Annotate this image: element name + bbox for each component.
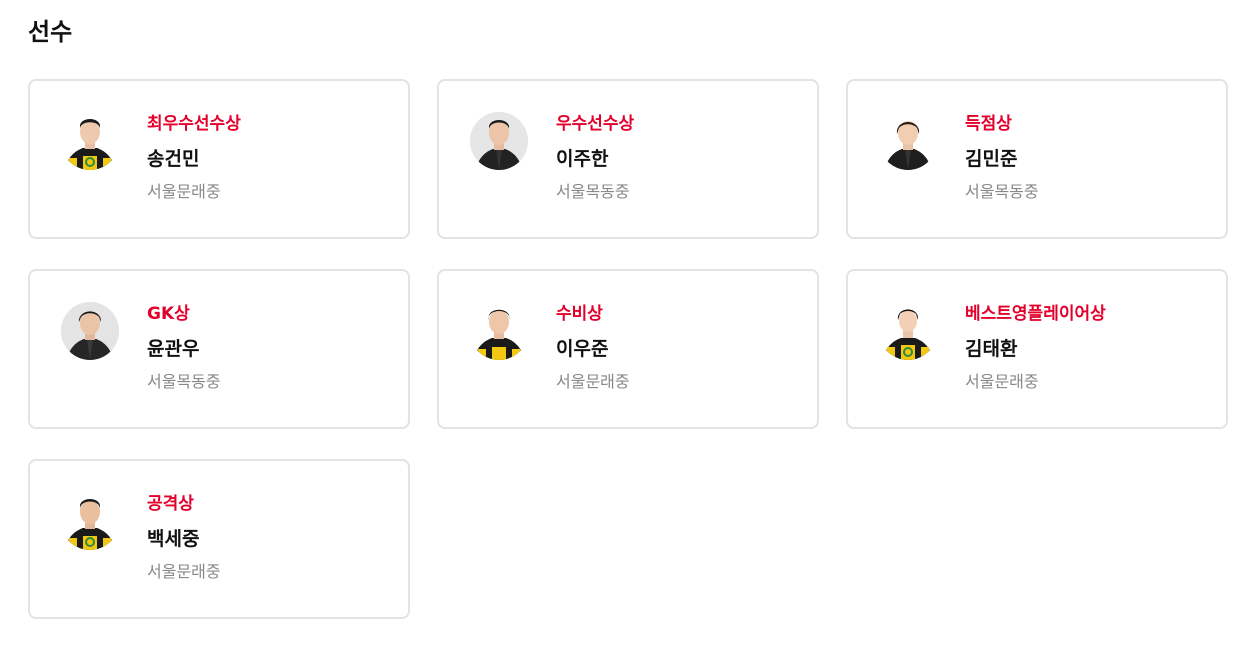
player-photo [879, 302, 937, 360]
award-label: 우수선수상 [556, 114, 635, 134]
player-info: 수비상 이우준 서울문래중 [556, 301, 630, 395]
player-name: 이주한 [556, 148, 609, 170]
player-photo-uniform-icon [61, 112, 119, 170]
player-card[interactable]: 공격상 백세중 서울문래중 [28, 459, 410, 619]
player-photo [470, 302, 528, 360]
player-info: 득점상 김민준 서울목동중 [965, 111, 1039, 205]
player-school: 서울문래중 [147, 562, 221, 581]
player-school: 서울목동중 [147, 372, 221, 391]
player-info: 최우수선수상 송건민 서울문래중 [147, 111, 241, 205]
award-label: 공격상 [147, 494, 194, 514]
player-card[interactable]: 득점상 김민준 서울목동중 [846, 79, 1228, 239]
player-info: 베스트영플레이어상 김태환 서울문래중 [965, 301, 1106, 395]
player-card-grid: 최우수선수상 송건민 서울문래중 우수선수상 이주한 서울목동중 득점상 김민준… [28, 79, 1228, 619]
player-photo [879, 112, 937, 170]
award-label: 최우수선수상 [147, 114, 241, 134]
player-school: 서울문래중 [965, 372, 1039, 391]
player-school: 서울목동중 [556, 182, 630, 201]
player-name: 김민준 [965, 148, 1018, 170]
player-photo [470, 112, 528, 170]
player-photo-jacket-icon [470, 112, 528, 170]
player-photo-uniform-icon [61, 492, 119, 550]
player-info: 공격상 백세중 서울문래중 [147, 491, 221, 585]
player-school: 서울목동중 [965, 182, 1039, 201]
award-label: GK상 [147, 304, 190, 324]
player-name: 윤관우 [147, 338, 200, 360]
player-school: 서울문래중 [556, 372, 630, 391]
player-name: 송건민 [147, 148, 200, 170]
player-photo-uniform-icon [879, 302, 937, 360]
player-info: 우수선수상 이주한 서울목동중 [556, 111, 634, 205]
player-photo [61, 112, 119, 170]
player-card[interactable]: 최우수선수상 송건민 서울문래중 [28, 79, 410, 239]
player-name: 김태환 [965, 338, 1018, 360]
player-card[interactable]: 우수선수상 이주한 서울목동중 [437, 79, 819, 239]
player-photo-jacket-icon [879, 112, 937, 170]
award-label: 베스트영플레이어상 [965, 304, 1106, 324]
player-info: GK상 윤관우 서울목동중 [147, 301, 221, 395]
player-card[interactable]: GK상 윤관우 서울목동중 [28, 269, 410, 429]
player-photo [61, 492, 119, 550]
award-label: 득점상 [965, 114, 1012, 134]
player-name: 백세중 [147, 528, 200, 550]
player-school: 서울문래중 [147, 182, 221, 201]
player-card[interactable]: 베스트영플레이어상 김태환 서울문래중 [846, 269, 1228, 429]
section-title: 선수 [28, 18, 73, 46]
players-section: 선수 최우수선수상 송건민 서울문래중 우수선수상 이주한 서울목동중 득점상 … [0, 0, 1254, 658]
player-photo [61, 302, 119, 360]
player-photo-jacket-icon [61, 302, 119, 360]
player-name: 이우준 [556, 338, 609, 360]
award-label: 수비상 [556, 304, 603, 324]
player-photo-uniform-icon [470, 302, 528, 360]
player-card[interactable]: 수비상 이우준 서울문래중 [437, 269, 819, 429]
